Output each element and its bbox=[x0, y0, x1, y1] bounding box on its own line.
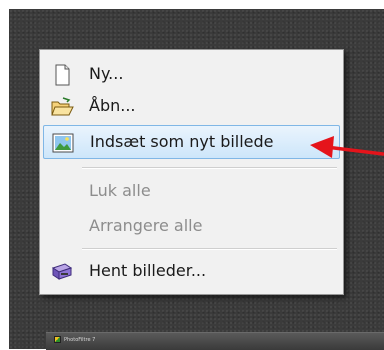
menu-item-open[interactable]: Åbn... bbox=[43, 90, 340, 124]
paste-image-icon bbox=[51, 132, 75, 154]
menu-item-label: Ny... bbox=[89, 64, 124, 83]
menu-item-label: Arrangere alle bbox=[89, 216, 203, 235]
taskbar-app-button[interactable]: PhotoFiltre 7 bbox=[54, 336, 95, 343]
menu-separator bbox=[82, 248, 337, 250]
menu-item-label: Indsæt som nyt billede bbox=[90, 132, 274, 151]
menu-separator bbox=[82, 167, 337, 169]
menu-item-label: Åbn... bbox=[89, 96, 136, 115]
taskbar-app-title: PhotoFiltre 7 bbox=[64, 336, 96, 343]
menu-item-label: Luk alle bbox=[89, 181, 151, 200]
photofiltre-app-icon bbox=[54, 336, 61, 343]
context-menu: Ny... Åbn... Indsæt som nyt billede Luk … bbox=[39, 49, 344, 295]
menu-item-paste-as-new-image[interactable]: Indsæt som nyt billede bbox=[43, 125, 340, 159]
taskbar: PhotoFiltre 7 bbox=[46, 332, 384, 350]
menu-item-label: Hent billeder... bbox=[89, 261, 207, 280]
menu-item-arrange-all[interactable]: Arrangere alle bbox=[43, 210, 340, 244]
new-document-icon bbox=[50, 64, 74, 86]
menu-item-new[interactable]: Ny... bbox=[43, 58, 340, 92]
menu-item-close-all[interactable]: Luk alle bbox=[43, 175, 340, 209]
scanner-icon bbox=[50, 261, 74, 283]
red-arrow-icon bbox=[310, 136, 384, 158]
menu-item-acquire-images[interactable]: Hent billeder... bbox=[43, 255, 340, 289]
open-folder-icon bbox=[50, 96, 74, 118]
